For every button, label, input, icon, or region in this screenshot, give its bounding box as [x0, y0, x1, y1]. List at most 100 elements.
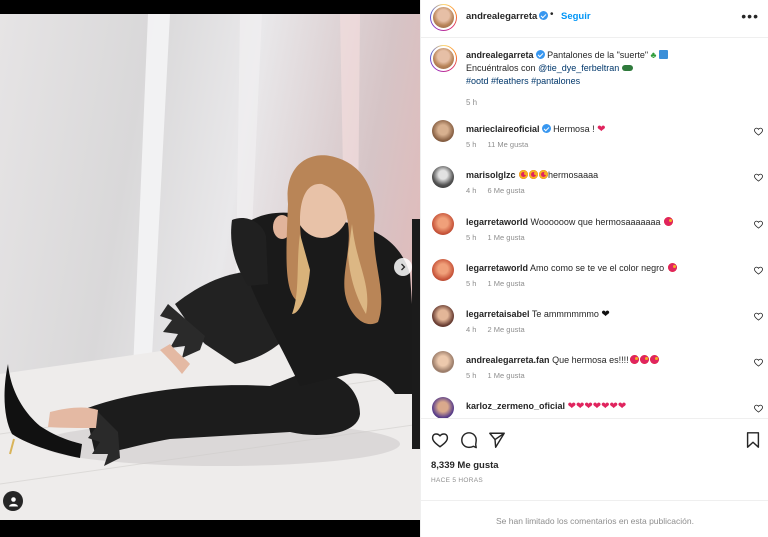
comment-likes[interactable]: 11 Me gusta	[488, 140, 529, 149]
verified-badge-icon	[541, 124, 551, 133]
follow-button[interactable]: Seguir	[561, 11, 591, 22]
comment-avatar[interactable]	[432, 351, 454, 373]
comment-item: marisolglzc hermosaaaa 4 h 6 Me gusta	[421, 166, 768, 206]
comment-time: 4 h	[466, 325, 477, 334]
tagged-users-button[interactable]	[3, 491, 23, 511]
comment-username[interactable]: legarretaisabel	[466, 309, 530, 319]
comment-body: Amo como se te ve el color negro	[530, 263, 665, 273]
comment-time: 5 h	[466, 279, 477, 288]
heart-outline-icon[interactable]	[754, 173, 763, 182]
comment-avatar[interactable]	[432, 120, 454, 142]
heart-eyes-emoji-icon	[667, 263, 677, 272]
comment-item: andrealegarreta.fan Que hermosa es!!!! 5…	[421, 351, 768, 391]
heart-outline-icon[interactable]	[754, 404, 763, 413]
more-options-icon[interactable]: •••	[741, 8, 759, 24]
comment-likes[interactable]: 1 Me gusta	[488, 233, 525, 242]
comment-body: Woooooow que hermosaaaaaaa	[530, 217, 661, 227]
heart-eyes-emoji-icon	[664, 217, 673, 226]
heart-outline-icon[interactable]	[754, 358, 763, 367]
comment-meta: 4 h 2 Me gusta	[466, 325, 534, 334]
heart-outline-icon[interactable]	[754, 127, 763, 136]
black-heart-emoji-icon: ❤	[601, 309, 610, 320]
post-sidebar: andrealegarreta • Seguir ••• andrealegar…	[420, 0, 768, 537]
post-media	[0, 0, 420, 537]
likes-count[interactable]: 8,339 Me gusta	[431, 460, 499, 471]
comment-text: legarretaworld Amo como se te ve el colo…	[466, 263, 746, 273]
user-icon	[8, 496, 18, 506]
comment-body: Hermosa !	[553, 124, 595, 134]
post-date: HACE 5 HORAS	[431, 477, 484, 484]
heart-eyes-emoji-icon	[649, 355, 659, 364]
comment-username[interactable]: andrealegarreta.fan	[466, 355, 550, 365]
heart-outline-icon[interactable]	[754, 220, 763, 229]
comment-likes[interactable]: 1 Me gusta	[488, 279, 525, 288]
comment-bubble-icon[interactable]	[460, 431, 478, 449]
comment-likes[interactable]: 6 Me gusta	[488, 186, 525, 195]
caption-time: 5 h	[466, 98, 478, 107]
comment-time: 4 h	[466, 186, 477, 195]
comment-likes[interactable]: 1 Me gusta	[488, 371, 525, 380]
heart-eyes-emoji-icon	[629, 355, 639, 364]
comment-text: legarretaworld Woooooow que hermosaaaaaa…	[466, 217, 746, 227]
comment-time: 5 h	[466, 233, 477, 242]
red-heart-emoji-icon: ❤	[597, 124, 606, 135]
share-paper-plane-icon[interactable]	[488, 431, 506, 449]
heart-eyes-emoji-icon	[639, 355, 649, 364]
comment-text: marisolglzc hermosaaaa	[466, 170, 746, 180]
photo-illustration	[0, 14, 420, 520]
bookmark-icon[interactable]	[744, 431, 762, 449]
comment-avatar[interactable]	[432, 305, 454, 327]
comment-meta: 4 h 6 Me gusta	[466, 186, 534, 195]
blue-square-emoji-icon	[658, 50, 668, 59]
caption-mention-link[interactable]: @tie_dye_ferbeltran	[538, 63, 619, 73]
comments-limited-text: Se han limitado los comentarios en esta …	[496, 516, 694, 526]
comment-body: hermosaaaa	[548, 170, 599, 180]
verified-badge-icon	[539, 11, 549, 20]
comment-likes[interactable]: 2 Me gusta	[488, 325, 525, 334]
clover-emoji-icon: ♣	[650, 50, 657, 60]
post-photo[interactable]	[0, 14, 420, 520]
next-media-button[interactable]	[394, 258, 412, 276]
post-actions: 8,339 Me gusta HACE 5 HORAS	[421, 418, 768, 500]
comment-username[interactable]: marisolglzc	[466, 170, 516, 180]
comment-meta: 5 h 1 Me gusta	[466, 279, 534, 288]
comment-time: 5 h	[466, 140, 477, 149]
caption-line-1: Pantalones de la "suerte"	[547, 50, 649, 60]
comment-username[interactable]: karloz_zermeno_oficial	[466, 401, 565, 411]
caption-avatar[interactable]	[430, 45, 457, 72]
comment-username[interactable]: legarretaworld	[466, 217, 528, 227]
caption-username[interactable]: andrealegarreta	[466, 50, 534, 60]
heart-outline-icon[interactable]	[754, 266, 763, 275]
comment-username[interactable]: legarretaworld	[466, 263, 528, 273]
comment-text: andrealegarreta.fan Que hermosa es!!!!	[466, 355, 746, 365]
comment-item: marieclaireoficial Hermosa ! ❤ 5 h 11 Me…	[421, 120, 768, 160]
comment-avatar[interactable]	[432, 397, 454, 418]
heart-outline-icon[interactable]	[754, 312, 763, 321]
heart-eyes-emoji-icon	[539, 170, 549, 179]
hashtag-link[interactable]: #ootd	[466, 76, 489, 86]
comment-meta: 5 h 1 Me gusta	[466, 233, 534, 242]
hashtag-link[interactable]: #pantalones	[531, 76, 580, 86]
comment-time: 5 h	[466, 371, 477, 380]
comments-list[interactable]: andrealegarreta Pantalones de la "suerte…	[421, 39, 768, 418]
comment-avatar[interactable]	[432, 213, 454, 235]
author-username[interactable]: andrealegarreta	[466, 11, 549, 22]
author-avatar[interactable]	[430, 4, 457, 31]
car-emoji-icon	[621, 65, 633, 71]
comment-text: karloz_zermeno_oficial ❤❤❤❤❤❤❤	[466, 401, 746, 412]
caption-text: andrealegarreta Pantalones de la "suerte…	[466, 49, 746, 88]
chevron-right-icon	[401, 263, 406, 271]
comment-avatar[interactable]	[432, 166, 454, 188]
comment-item: legarretaisabel Te ammmmmmo ❤ 4 h 2 Me g…	[421, 305, 768, 345]
comment-text: legarretaisabel Te ammmmmmo ❤	[466, 309, 746, 320]
hashtag-link[interactable]: #feathers	[491, 76, 529, 86]
comment-avatar[interactable]	[432, 259, 454, 281]
red-heart-emoji-icon: ❤❤❤❤❤❤❤	[567, 401, 627, 412]
comments-limited-footer: Se han limitado los comentarios en esta …	[421, 500, 768, 537]
comment-username[interactable]: marieclaireoficial	[466, 124, 540, 134]
separator-dot: •	[550, 9, 554, 20]
heart-eyes-emoji-icon	[529, 170, 539, 179]
like-heart-icon[interactable]	[431, 431, 449, 449]
comment-text: marieclaireoficial Hermosa ! ❤	[466, 124, 746, 135]
comment-item: legarretaworld Woooooow que hermosaaaaaa…	[421, 213, 768, 253]
